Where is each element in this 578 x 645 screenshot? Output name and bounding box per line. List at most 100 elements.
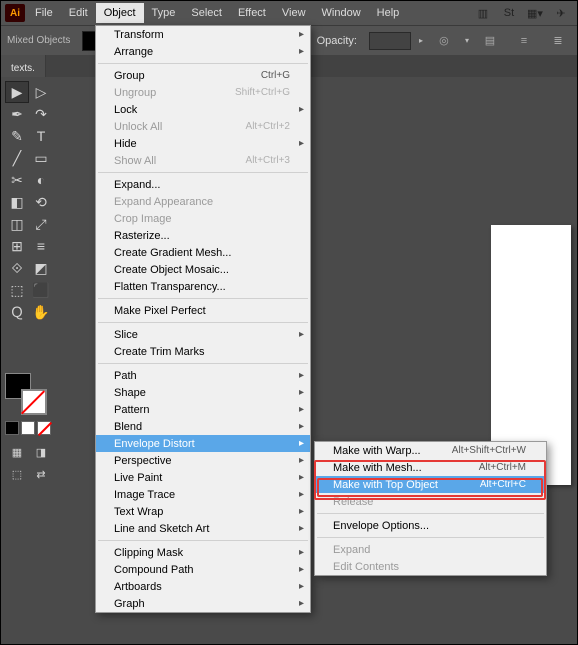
object-item-pattern[interactable]: Pattern bbox=[96, 401, 310, 418]
menu-item-label: Line and Sketch Art bbox=[114, 523, 290, 535]
object-item-shape[interactable]: Shape bbox=[96, 384, 310, 401]
tool-11[interactable]: ⟲ bbox=[29, 191, 53, 213]
tool-3[interactable]: ↷ bbox=[29, 103, 53, 125]
tool-bottom-2[interactable]: ⬚ bbox=[5, 463, 29, 485]
object-item-create-trim-marks[interactable]: Create Trim Marks bbox=[96, 343, 310, 360]
object-item-rasterize[interactable]: Rasterize... bbox=[96, 227, 310, 244]
object-item-path[interactable]: Path bbox=[96, 367, 310, 384]
tool-17[interactable]: ◩ bbox=[29, 257, 53, 279]
tool-14[interactable]: ⊞ bbox=[5, 235, 29, 257]
tool-15[interactable]: ≡ bbox=[29, 235, 53, 257]
tool-21[interactable]: ✋ bbox=[29, 301, 53, 323]
menu-item-label: Path bbox=[114, 370, 290, 382]
align-icon[interactable]: ▤ bbox=[477, 30, 503, 52]
menu-object[interactable]: Object bbox=[96, 3, 144, 23]
document-tab[interactable]: texts. bbox=[1, 55, 46, 77]
tool-2[interactable]: ✒ bbox=[5, 103, 29, 125]
menu-type[interactable]: Type bbox=[144, 3, 184, 23]
menu-item-label: Ungroup bbox=[114, 87, 235, 99]
object-item-artboards[interactable]: Artboards bbox=[96, 578, 310, 595]
envelope-item-edit-contents: Edit Contents bbox=[315, 558, 546, 575]
object-item-envelope-distort[interactable]: Envelope Distort bbox=[96, 435, 310, 452]
menu-item-label: Release bbox=[333, 496, 526, 508]
object-item-perspective[interactable]: Perspective bbox=[96, 452, 310, 469]
distribute1-icon[interactable]: ≡ bbox=[511, 30, 537, 52]
menu-window[interactable]: Window bbox=[314, 3, 369, 23]
tool-6[interactable]: ╱ bbox=[5, 147, 29, 169]
envelope-item-make-with-warp[interactable]: Make with Warp...Alt+Shift+Ctrl+W bbox=[315, 442, 546, 459]
swatch-color[interactable] bbox=[5, 421, 19, 435]
envelope-item-make-with-mesh[interactable]: Make with Mesh...Alt+Ctrl+M bbox=[315, 459, 546, 476]
tool-bottom-0[interactable]: ▦ bbox=[5, 441, 29, 463]
object-separator bbox=[98, 363, 308, 364]
menu-item-label: Flatten Transparency... bbox=[114, 281, 290, 293]
object-item-blend[interactable]: Blend bbox=[96, 418, 310, 435]
object-item-image-trace[interactable]: Image Trace bbox=[96, 486, 310, 503]
object-item-compound-path[interactable]: Compound Path bbox=[96, 561, 310, 578]
tool-20[interactable]: Ｑ bbox=[5, 301, 29, 323]
stock-icon[interactable]: St bbox=[497, 4, 521, 22]
docs-icon[interactable]: ▥ bbox=[471, 4, 495, 22]
tool-18[interactable]: ⬚ bbox=[5, 279, 29, 301]
tool-16[interactable]: ⟐ bbox=[5, 257, 29, 279]
menu-effect[interactable]: Effect bbox=[230, 3, 274, 23]
tool-4[interactable]: ✎ bbox=[5, 125, 29, 147]
object-item-group[interactable]: GroupCtrl+G bbox=[96, 67, 310, 84]
object-item-create-object-mosaic[interactable]: Create Object Mosaic... bbox=[96, 261, 310, 278]
swatch-gradient[interactable] bbox=[21, 421, 35, 435]
object-item-lock[interactable]: Lock bbox=[96, 101, 310, 118]
menu-item-label: Envelope Distort bbox=[114, 438, 290, 450]
style-caret[interactable]: ▾ bbox=[465, 36, 469, 45]
menu-help[interactable]: Help bbox=[369, 3, 408, 23]
menu-item-label: Clipping Mask bbox=[114, 547, 290, 559]
object-item-transform[interactable]: Transform bbox=[96, 26, 310, 43]
tool-12[interactable]: ◫ bbox=[5, 213, 29, 235]
menu-view[interactable]: View bbox=[274, 3, 314, 23]
tool-1[interactable]: ▷ bbox=[29, 81, 53, 103]
object-item-clipping-mask[interactable]: Clipping Mask bbox=[96, 544, 310, 561]
tool-0[interactable]: ▶ bbox=[5, 81, 29, 103]
tool-19[interactable]: ⬛ bbox=[29, 279, 53, 301]
object-item-expand[interactable]: Expand... bbox=[96, 176, 310, 193]
object-item-show-all: Show AllAlt+Ctrl+3 bbox=[96, 152, 310, 169]
object-item-slice[interactable]: Slice bbox=[96, 326, 310, 343]
tool-7[interactable]: ▭ bbox=[29, 147, 53, 169]
tool-13[interactable]: ⤢ bbox=[29, 213, 53, 235]
stroke-box[interactable] bbox=[21, 389, 47, 415]
object-item-crop-image: Crop Image bbox=[96, 210, 310, 227]
object-separator bbox=[98, 172, 308, 173]
object-item-live-paint[interactable]: Live Paint bbox=[96, 469, 310, 486]
object-item-make-pixel-perfect[interactable]: Make Pixel Perfect bbox=[96, 302, 310, 319]
object-item-hide[interactable]: Hide bbox=[96, 135, 310, 152]
envelope-distort-submenu: Make with Warp...Alt+Shift+Ctrl+WMake wi… bbox=[314, 441, 547, 576]
tool-8[interactable]: ✂ bbox=[5, 169, 29, 191]
menu-item-label: Create Object Mosaic... bbox=[114, 264, 290, 276]
tool-9[interactable]: ◐ bbox=[29, 169, 53, 191]
opacity-field[interactable] bbox=[369, 32, 411, 50]
tool-bottom-1[interactable]: ◨ bbox=[29, 441, 53, 463]
object-item-graph[interactable]: Graph bbox=[96, 595, 310, 612]
send-icon[interactable]: ✈ bbox=[549, 4, 573, 22]
layout-icon[interactable]: ▦▾ bbox=[523, 4, 547, 22]
object-item-arrange[interactable]: Arrange bbox=[96, 43, 310, 60]
tool-10[interactable]: ◧ bbox=[5, 191, 29, 213]
object-item-text-wrap[interactable]: Text Wrap bbox=[96, 503, 310, 520]
envelope-item-release: Release bbox=[315, 493, 546, 510]
menu-item-label: Artboards bbox=[114, 581, 290, 593]
object-item-flatten-transparency[interactable]: Flatten Transparency... bbox=[96, 278, 310, 295]
menu-file[interactable]: File bbox=[27, 3, 61, 23]
tool-bottom-3[interactable]: ⇄ bbox=[29, 463, 53, 485]
envelope-item-envelope-options[interactable]: Envelope Options... bbox=[315, 517, 546, 534]
style-icon[interactable]: ◎ bbox=[431, 30, 457, 52]
object-item-line-and-sketch-art[interactable]: Line and Sketch Art bbox=[96, 520, 310, 537]
envelope-item-make-with-top-object[interactable]: Make with Top ObjectAlt+Ctrl+C bbox=[315, 476, 546, 493]
tool-5[interactable]: T bbox=[29, 125, 53, 147]
distribute2-icon[interactable]: ≣ bbox=[545, 30, 571, 52]
menu-item-label: Compound Path bbox=[114, 564, 290, 576]
menu-edit[interactable]: Edit bbox=[61, 3, 96, 23]
swatch-none[interactable] bbox=[37, 421, 51, 435]
menu-select[interactable]: Select bbox=[183, 3, 230, 23]
menu-item-label: Arrange bbox=[114, 46, 290, 58]
opacity-caret[interactable]: ▸ bbox=[419, 36, 423, 45]
object-item-create-gradient-mesh[interactable]: Create Gradient Mesh... bbox=[96, 244, 310, 261]
